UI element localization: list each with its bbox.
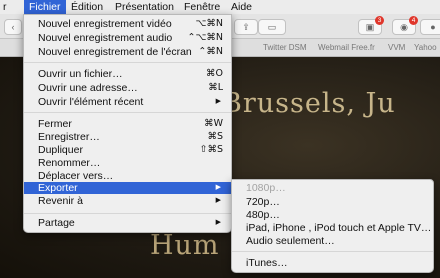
menu-item-shortcut: ⌘L — [208, 82, 223, 93]
submenu-arrow-icon: ▶ — [215, 98, 221, 105]
extension-button[interactable]: ◉ 4 — [392, 16, 418, 35]
menu-item-label: Nouvel enregistrement vidéo — [38, 18, 172, 30]
menubar-item-fenetre[interactable]: Fenêtre — [179, 0, 225, 14]
submenu-arrow-icon: ▶ — [215, 197, 221, 204]
menu-item-label: Exporter — [38, 182, 78, 194]
menu-item-revert-to[interactable]: Revenir à ▶ — [24, 195, 231, 207]
menu-item-shortcut: ⌘S — [207, 131, 223, 142]
submenu-arrow-icon: ▶ — [215, 184, 221, 191]
menu-item-open-address[interactable]: Ouvrir une adresse… ⌘L — [24, 82, 231, 94]
menu-item-shortcut: ⌃⌥⌘N — [187, 32, 223, 43]
hero-title: Brussels, Ju — [222, 88, 396, 119]
menu-item-label: 480p… — [246, 209, 280, 221]
export-item-1080p[interactable]: 1080p… — [232, 182, 433, 194]
menu-separator — [24, 112, 231, 113]
favorite-link[interactable]: Webmail Free.fr — [318, 39, 375, 56]
menu-separator — [24, 213, 231, 214]
menubar-item-edition[interactable]: Édition — [66, 0, 108, 14]
back-button[interactable]: ‹ — [4, 19, 22, 35]
menu-item-label: iPad, iPhone , iPod touch et Apple TV… — [246, 222, 432, 234]
menu-item-rename[interactable]: Renommer… — [24, 157, 231, 169]
menu-item-label: Enregistrer… — [38, 131, 100, 143]
export-submenu: 1080p… 720p… 480p… iPad, iPhone , iPod t… — [231, 179, 434, 273]
menu-item-label: Renommer… — [38, 157, 101, 169]
menu-item-label: Fermer — [38, 118, 72, 130]
menu-item-label: Ouvrir une adresse… — [38, 82, 138, 94]
extension-icon-2: ● — [430, 22, 436, 32]
menu-item-label: Nouvel enregistrement de l'écran — [38, 46, 192, 58]
menu-bar: r Fichier Édition Présentation Fenêtre A… — [0, 0, 440, 15]
export-item-audio-only[interactable]: Audio seulement… — [232, 235, 433, 247]
share-button[interactable]: ⇪ — [234, 19, 258, 35]
notification-badge: 4 — [409, 16, 418, 25]
menu-item-label: Audio seulement… — [246, 235, 335, 247]
menu-item-label: Ouvrir un fichier… — [38, 68, 123, 80]
menu-item-label: Revenir à — [38, 195, 83, 207]
menu-item-new-audio-recording[interactable]: Nouvel enregistrement audio ⌃⌥⌘N — [24, 32, 231, 44]
hero-subtitle: Hum — [150, 230, 220, 261]
menu-item-duplicate[interactable]: Dupliquer ⇧⌘S — [24, 144, 231, 156]
menu-item-label: Nouvel enregistrement audio — [38, 32, 173, 44]
print-button[interactable]: ▭ — [258, 19, 286, 35]
menu-item-share[interactable]: Partage ▶ — [24, 217, 231, 229]
menubar-item-aide[interactable]: Aide — [226, 0, 257, 14]
favorite-link[interactable]: VVM — [388, 39, 405, 56]
menu-separator — [232, 251, 433, 252]
menu-separator — [24, 62, 231, 63]
export-item-ipad-iphone-appletv[interactable]: iPad, iPhone , iPod touch et Apple TV… — [232, 222, 433, 234]
menu-item-export[interactable]: Exporter ▶ — [24, 182, 231, 194]
menu-item-label: Déplacer vers… — [38, 170, 114, 182]
fichier-menu: Nouvel enregistrement vidéo ⌥⌘N Nouvel e… — [23, 14, 232, 233]
favorite-link[interactable]: Yahoo — [414, 39, 437, 56]
menu-item-open-file[interactable]: Ouvrir un fichier… ⌘O — [24, 68, 231, 80]
menu-item-label: 720p… — [246, 196, 280, 208]
menu-item-move-to[interactable]: Déplacer vers… — [24, 170, 231, 182]
export-item-itunes[interactable]: iTunes… — [232, 257, 433, 269]
extension-lock-button[interactable]: ▣ 3 — [358, 16, 384, 35]
submenu-arrow-icon: ▶ — [215, 219, 221, 226]
menu-item-save[interactable]: Enregistrer… ⌘S — [24, 131, 231, 143]
menu-item-open-recent[interactable]: Ouvrir l'élément récent ▶ — [24, 96, 231, 108]
export-item-720p[interactable]: 720p… — [232, 196, 433, 208]
menu-item-label: Dupliquer — [38, 144, 83, 156]
menu-item-shortcut: ⌥⌘N — [195, 18, 223, 29]
menu-item-label: 1080p… — [246, 182, 286, 194]
menubar-item-presentation[interactable]: Présentation — [110, 0, 179, 14]
extension-button-2[interactable]: ● — [420, 19, 440, 35]
back-icon: ‹ — [11, 22, 15, 32]
menu-item-shortcut: ⌘W — [204, 118, 223, 129]
menu-item-label: Partage — [38, 217, 75, 229]
share-icon: ⇪ — [242, 22, 250, 32]
export-item-480p[interactable]: 480p… — [232, 209, 433, 221]
menu-item-new-video-recording[interactable]: Nouvel enregistrement vidéo ⌥⌘N — [24, 18, 231, 30]
notification-badge: 3 — [375, 16, 384, 25]
menu-item-label: Ouvrir l'élément récent — [38, 96, 144, 108]
favorite-link[interactable]: Twitter DSM — [263, 39, 307, 56]
menu-item-shortcut: ⌃⌘N — [198, 46, 223, 57]
menu-item-close[interactable]: Fermer ⌘W — [24, 118, 231, 130]
menubar-item-app-partial[interactable]: r — [0, 0, 12, 14]
print-icon: ▭ — [267, 22, 277, 32]
menubar-item-fichier[interactable]: Fichier — [24, 0, 66, 14]
menu-item-new-screen-recording[interactable]: Nouvel enregistrement de l'écran ⌃⌘N — [24, 46, 231, 58]
menu-item-shortcut: ⌘O — [206, 68, 223, 79]
menu-item-label: iTunes… — [246, 257, 288, 269]
menu-item-shortcut: ⇧⌘S — [199, 144, 224, 155]
